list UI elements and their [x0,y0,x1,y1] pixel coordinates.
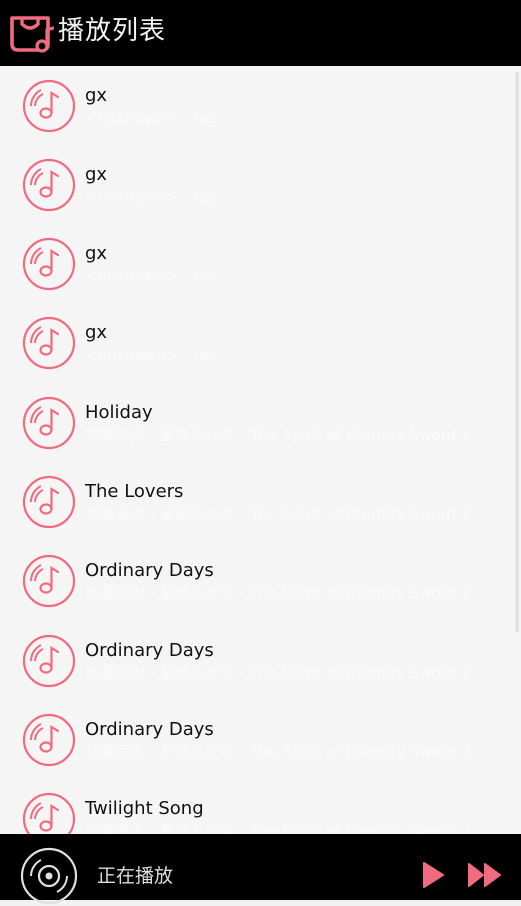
song-artist-album: <unknown> - res [85,346,217,364]
music-note-disc-icon [22,79,76,133]
song-title: gx [85,85,108,106]
song-title: gx [85,322,108,343]
list-item[interactable]: gx <unknown> - res [0,66,521,145]
list-item[interactable]: gx <unknown> - res [0,145,521,224]
list-item[interactable]: Holiday 加藤恒太 - 星奈るかな - The Spirit of Ete… [0,383,521,462]
list-item[interactable]: gx <unknown> - res [0,224,521,303]
song-artist-album: 加藤恒太 - 星奈るかな - The Spirit of Eternity Sw… [85,822,471,834]
song-title: Twilight Song [85,798,204,819]
song-artist-album: <unknown> - res [85,109,217,127]
fast-forward-icon[interactable] [466,861,504,889]
music-note-disc-icon [22,396,76,450]
song-artist-album: 加藤恒太 - 星奈るかな - The Spirit of Eternity Sw… [85,505,471,523]
music-note-disc-icon [22,158,76,212]
music-note-disc-icon [22,634,76,688]
song-artist-album: 加藤恒太 - 星奈るかな - The Spirit of Eternity Sw… [85,743,471,761]
song-title: Ordinary Days [85,719,214,740]
list-item[interactable]: Ordinary Days 加藤恒太 - 星奈るかな - The Spirit … [0,700,521,779]
song-artist-album: 加藤恒太 - 星奈るかな - The Spirit of Eternity Sw… [85,426,471,444]
list-item[interactable]: gx <unknown> - res [0,303,521,382]
page-title: 播放列表 [58,16,167,46]
list-item[interactable]: Ordinary Days 加藤恒太 - 星奈るかな - The Spirit … [0,621,521,700]
music-note-disc-icon [22,316,76,370]
now-playing-label: 正在播放 [97,865,174,887]
song-title: The Lovers [85,481,184,502]
list-item[interactable]: Ordinary Days 加藤恒太 - 星奈るかな - The Spirit … [0,541,521,620]
music-bag-icon [10,16,54,53]
list-item[interactable]: The Lovers 加藤恒太 - 星奈るかな - The Spirit of … [0,462,521,541]
song-artist-album: 加藤恒太 - 星奈るかな - The Spirit of Eternity Sw… [85,664,471,682]
music-note-disc-icon [22,475,76,529]
music-note-disc-icon [22,237,76,291]
music-note-disc-icon [22,713,76,767]
music-note-disc-icon [22,792,76,834]
play-icon[interactable] [420,860,446,890]
cd-disc-icon[interactable] [19,846,79,906]
music-note-disc-icon [22,554,76,608]
song-title: Ordinary Days [85,640,214,661]
song-title: Holiday [85,402,153,423]
song-title: Ordinary Days [85,560,214,581]
song-artist-album: 加藤恒太 - 星奈るかな - The Spirit of Eternity Sw… [85,584,471,602]
playlist[interactable]: gx <unknown> - res gx <unknown> - res gx… [0,66,521,834]
song-title: gx [85,164,108,185]
song-title: gx [85,243,108,264]
app-header: 播放列表 [0,0,521,67]
list-item[interactable]: Twilight Song 加藤恒太 - 星奈るかな - The Spirit … [0,779,521,834]
song-artist-album: <unknown> - res [85,188,217,206]
now-playing-bar[interactable]: 正在播放 [0,834,521,905]
song-artist-album: <unknown> - res [85,267,217,285]
